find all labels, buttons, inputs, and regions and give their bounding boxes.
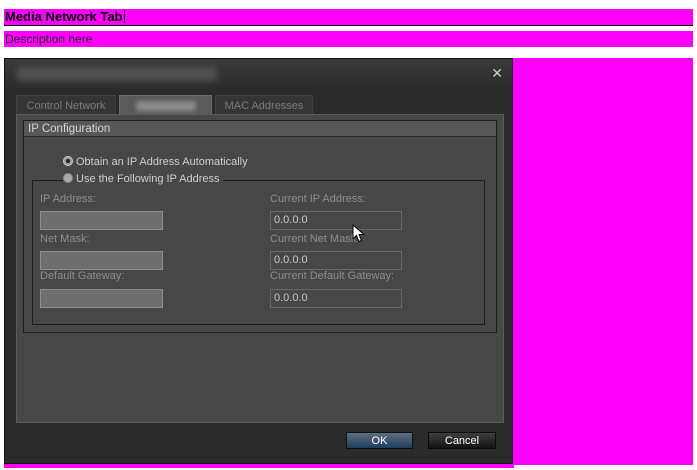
mouse-pointer-icon <box>352 224 366 243</box>
radio-selected-icon <box>63 156 73 166</box>
static-ip-box: IP Address: Net Mask: Default Gateway: C… <box>32 180 485 325</box>
tab-media-network[interactable] <box>119 95 212 114</box>
current-ip-value: 0.0.0.0 <box>270 211 402 230</box>
ip-configuration-group: IP Configuration Obtain an IP Address Au… <box>23 120 497 333</box>
current-default-gateway-value: 0.0.0.0 <box>270 289 402 308</box>
dialog-titlebar: ✕ <box>5 59 512 89</box>
ip-configuration-header: IP Configuration <box>24 121 496 137</box>
document-title-text: Media Network Tab <box>5 9 123 24</box>
ip-address-label: IP Address: <box>40 193 97 205</box>
cancel-button[interactable]: Cancel <box>428 432 496 449</box>
text-caret <box>123 10 125 23</box>
radio-unselected-icon <box>63 173 73 183</box>
close-icon[interactable]: ✕ <box>491 65 503 81</box>
tab-panel: IP Configuration Obtain an IP Address Au… <box>16 114 504 423</box>
ip-address-input[interactable] <box>40 211 163 230</box>
highlight-block <box>512 58 693 465</box>
radio-manual-label: Use the Following IP Address <box>76 173 220 185</box>
redacted-tab-label <box>135 101 196 111</box>
current-net-mask-label: Current Net Mask: <box>270 233 360 245</box>
document-title[interactable]: Media Network Tab <box>4 9 693 26</box>
radio-auto-label: Obtain an IP Address Automatically <box>76 156 248 168</box>
current-ip-label: Current IP Address: <box>270 193 366 205</box>
net-mask-input[interactable] <box>40 251 163 270</box>
radio-use-following[interactable]: Use the Following IP Address <box>63 173 224 186</box>
redacted-dialog-title <box>17 67 217 81</box>
default-gateway-input[interactable] <box>40 289 163 308</box>
network-settings-dialog: ✕ Control Network MAC Addresses IP Confi… <box>4 58 513 464</box>
ok-button[interactable]: OK <box>346 432 413 449</box>
document-description[interactable]: Description here <box>4 31 693 47</box>
current-default-gateway-label: Current Default Gateway: <box>270 270 395 282</box>
radio-obtain-automatically[interactable]: Obtain an IP Address Automatically <box>63 156 248 169</box>
tab-control-network[interactable]: Control Network <box>16 95 116 114</box>
tab-mac-addresses[interactable]: MAC Addresses <box>215 95 313 114</box>
default-gateway-label: Default Gateway: <box>40 270 125 282</box>
net-mask-label: Net Mask: <box>40 233 90 245</box>
current-net-mask-value: 0.0.0.0 <box>270 251 402 270</box>
